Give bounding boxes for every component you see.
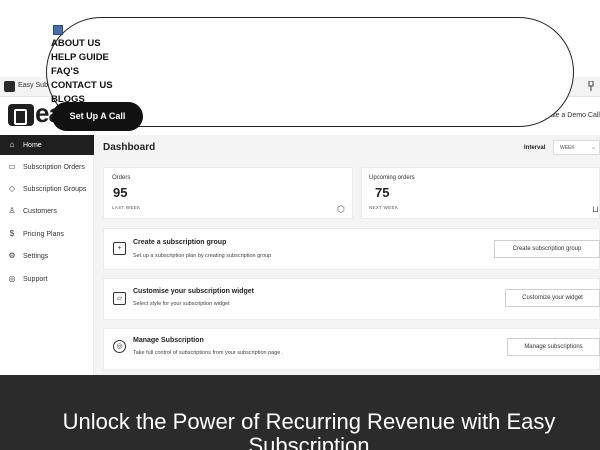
action-title: Customise your subscription widget [133,288,254,295]
settings-circle-icon: ◎ [113,340,126,353]
gear-icon: ⚙ [8,251,16,260]
add-file-icon: + [113,242,126,255]
page-title: Dashboard [103,142,156,153]
sidebar-item-home[interactable]: ⌂ Home [0,135,94,155]
schedule-demo-link[interactable]: ule a Demo Call [550,112,600,119]
dollar-icon: $ [9,229,15,238]
create-subscription-group-button[interactable]: Create subscription group [494,240,600,258]
flag-icon[interactable] [53,25,63,35]
interval-label: Interval [524,145,546,151]
pin-icon[interactable] [588,81,594,91]
customize-widget-button[interactable]: Customize your widget [505,289,600,307]
orders-period: LAST WEEK [112,205,141,210]
logo-icon [8,104,34,126]
home-icon: ⌂ [9,140,15,149]
action-title: Create a subscription group [133,239,227,246]
orders-label: Orders [112,175,131,181]
nav-item-contact-us[interactable]: CONTACT US [51,80,113,91]
sidebar-item-label: Customers [23,207,57,215]
sidebar-item-subscription-orders[interactable]: ▭ Subscription Orders [0,157,94,177]
app-icon [4,81,15,92]
sidebar-item-label: Subscription Orders [23,163,85,171]
chevron-down-icon: ⌄ [590,145,596,151]
sidebar-item-label: Support [23,275,48,283]
sidebar: ⌂ Home ▭ Subscription Orders ◇ Subscript… [0,135,94,375]
action-title: Manage Subscription [133,337,204,344]
manage-subscriptions-button[interactable]: Manage subscriptions [507,338,600,356]
action-description: Set up a subscription plan by creating s… [133,253,272,259]
sidebar-item-label: Settings [23,252,49,260]
set-up-call-button[interactable]: Set Up A Call [52,102,143,131]
sidebar-item-label: Home [23,141,42,149]
orders-stat-card [103,167,353,219]
box-icon: ⬡ [337,204,345,214]
sidebar-item-pricing-plans[interactable]: $ Pricing Plans [0,224,94,244]
inbox-icon: ▭ [8,162,16,171]
sidebar-item-settings[interactable]: ⚙ Settings [0,246,94,266]
action-description: Take full control of subscriptions from … [133,350,284,356]
cart-icon: ⊔ [592,204,600,214]
widget-icon: ▱ [113,292,126,305]
interval-select[interactable]: WEEK ⌄ [553,140,600,155]
upcoming-orders-label: Upcoming orders [369,175,415,181]
page-root: Easy Subs ea ule a Demo Call ⌂ Home ▭ Su… [0,0,600,450]
sidebar-item-label: Subscription Groups [23,185,87,193]
sidebar-item-customers[interactable]: ♙ Customers [0,201,94,221]
user-icon: ♙ [8,206,16,215]
sidebar-item-support[interactable]: ◎ Support [0,269,94,289]
tag-icon: ◇ [8,184,16,193]
interval-value: WEEK [560,145,575,151]
nav-item-about-us[interactable]: ABOUT US [51,38,101,49]
sidebar-item-subscription-groups[interactable]: ◇ Subscription Groups [0,179,94,199]
sidebar-item-label: Pricing Plans [23,230,64,238]
nav-item-help-guide[interactable]: HELP GUIDE [51,52,109,63]
upcoming-orders-period: NEXT WEEK [369,205,399,210]
action-description: Select style for your subscription widge… [133,301,230,307]
orders-value: 95 [113,185,128,200]
banner-title: Unlock the Power of Recurring Revenue wi… [62,409,556,450]
help-icon: ◎ [8,274,16,283]
upcoming-orders-value: 75 [375,185,390,200]
nav-item-faqs[interactable]: FAQ'S [51,66,79,77]
